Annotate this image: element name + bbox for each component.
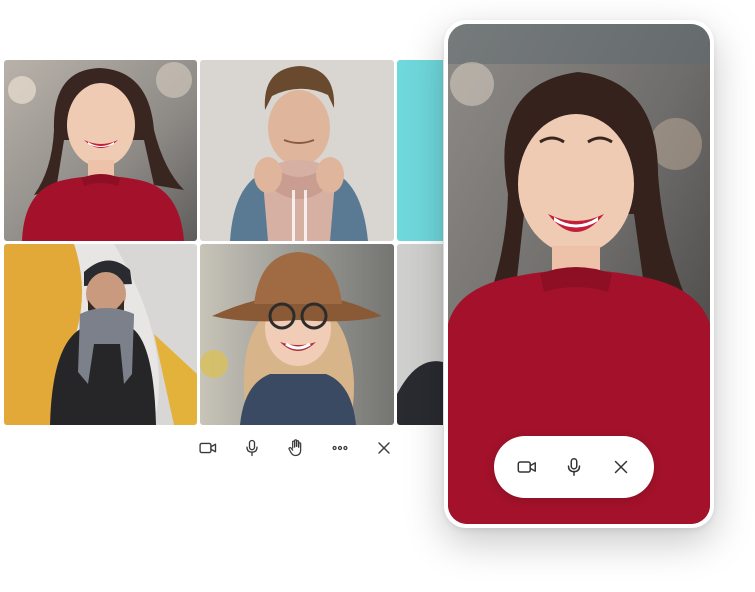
phone-toggle-mic-button[interactable] (560, 453, 588, 481)
raise-hand-button[interactable] (284, 436, 308, 460)
video-tile-man-beanie-scarf[interactable] (4, 244, 197, 425)
video-camera-icon (517, 461, 536, 473)
raise-hand-icon (288, 439, 302, 457)
more-options-icon (332, 445, 348, 451)
participant-image (200, 60, 394, 241)
phone-toggle-video-button[interactable] (513, 453, 541, 481)
participant-image (4, 244, 197, 425)
toggle-video-button[interactable] (196, 436, 220, 460)
video-tile-woman-hat-glasses[interactable] (200, 244, 394, 425)
participant-image (397, 244, 443, 425)
close-icon (378, 442, 390, 454)
microphone-icon (246, 439, 258, 457)
video-tile-man-denim-jacket[interactable] (200, 60, 394, 241)
participant-image (397, 60, 443, 241)
participant-image (4, 60, 197, 241)
call-toolbar (196, 436, 396, 460)
toggle-mic-button[interactable] (240, 436, 264, 460)
leave-call-button[interactable] (372, 436, 396, 460)
video-camera-icon (199, 442, 217, 454)
phone-end-call-button[interactable] (607, 453, 635, 481)
participant-image (200, 244, 394, 425)
video-tile-accent[interactable] (397, 60, 443, 241)
video-tile-partial-person[interactable] (397, 244, 443, 425)
video-tile-woman-red-sweater[interactable] (4, 60, 197, 241)
close-icon (614, 460, 628, 474)
microphone-icon (567, 458, 581, 476)
phone-call-card (444, 20, 714, 528)
more-options-button[interactable] (328, 436, 352, 460)
phone-call-controls (494, 436, 654, 498)
